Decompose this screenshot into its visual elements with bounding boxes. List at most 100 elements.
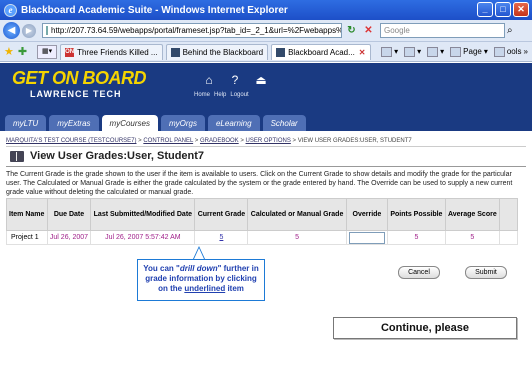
forward-button[interactable]: ▶ bbox=[22, 23, 36, 38]
feeds-command[interactable]: ▾ bbox=[404, 46, 421, 57]
callout-text: on the bbox=[158, 284, 185, 293]
back-button[interactable]: ◀ bbox=[3, 22, 20, 39]
page-icon bbox=[46, 26, 48, 35]
tab-close-icon[interactable]: ✕ bbox=[359, 48, 366, 57]
home-command[interactable]: ▾ bbox=[381, 46, 398, 57]
site-header: GET ON BOARD LAWRENCE TECH ⌂ ? ⏏ Home He… bbox=[0, 63, 532, 115]
callout-line-1: You can "drill down" further in bbox=[138, 264, 264, 274]
command-bar: ▾ ▾ ▾ Page ▾ ools» bbox=[381, 46, 532, 57]
cell-item-name: Project 1 bbox=[6, 230, 48, 245]
help-nav-icon[interactable]: ? bbox=[226, 73, 244, 87]
blackboard-favicon-icon bbox=[276, 47, 286, 57]
continue-button[interactable]: Continue, please bbox=[333, 317, 517, 339]
print-icon bbox=[427, 46, 439, 57]
tab-scholar[interactable]: Scholar bbox=[262, 115, 306, 131]
cell-average-score: 5 bbox=[444, 230, 501, 245]
logout-nav-icon[interactable]: ⏏ bbox=[252, 73, 270, 87]
cell-points-possible: 5 bbox=[387, 230, 446, 245]
browser-tab-behind-blackboard[interactable]: Behind the Blackboard bbox=[165, 43, 269, 60]
col-item-name: Item Name bbox=[6, 198, 48, 231]
breadcrumb-gradebook[interactable]: GRADEBOOK bbox=[200, 138, 239, 144]
tab-myorgs[interactable]: myOrgs bbox=[160, 115, 205, 131]
logout-link[interactable]: Logout bbox=[230, 92, 248, 98]
tab-myextras[interactable]: myExtras bbox=[49, 115, 99, 131]
close-button[interactable]: ✕ bbox=[513, 2, 529, 17]
home-nav-icon[interactable]: ⌂ bbox=[200, 73, 218, 87]
submit-button[interactable]: Submit bbox=[465, 266, 507, 279]
breadcrumb-course[interactable]: MARQUITA'S TEST COURSE (TESTCOURSE7) bbox=[6, 138, 137, 144]
quick-tabs-icon[interactable]: ▦▾ bbox=[37, 44, 58, 59]
browser-tab-three-friends[interactable]: ON Three Friends Killed ... bbox=[60, 43, 163, 60]
stop-icon[interactable]: ✕ bbox=[361, 23, 376, 38]
window-titlebar: e Blackboard Academic Suite - Windows In… bbox=[0, 0, 532, 20]
cell-calculated-grade: 5 bbox=[247, 230, 347, 245]
tools-menu[interactable]: ools» bbox=[493, 46, 528, 57]
site-nav-tabs: myLTU myExtras myCourses myOrgs eLearnin… bbox=[0, 115, 532, 131]
breadcrumb-control-panel[interactable]: CONTROL PANEL bbox=[143, 138, 193, 144]
table-header-row: Item Name Due Date Last Submitted/Modifi… bbox=[6, 198, 518, 231]
callout-emphasis: drill down bbox=[179, 264, 218, 273]
col-current-grade: Current Grade bbox=[194, 198, 249, 231]
callout-text: You can " bbox=[143, 264, 180, 273]
breadcrumb-divider bbox=[6, 146, 526, 147]
blackboard-favicon-icon bbox=[170, 47, 180, 57]
window-controls: _ □ ✕ bbox=[477, 2, 529, 17]
tab-mycourses[interactable]: myCourses bbox=[101, 115, 158, 131]
tools-menu-label: ools bbox=[506, 47, 522, 56]
page-menu-icon bbox=[450, 46, 462, 57]
col-calculated-grade: Calculated or Manual Grade bbox=[247, 198, 347, 231]
breadcrumb-separator: > bbox=[238, 138, 246, 144]
callout-line-3: on the underlined item bbox=[138, 284, 264, 294]
table-row: Project 1 Jul 26, 2007 Jul 26, 2007 5:57… bbox=[6, 230, 518, 245]
page-menu-label: Page bbox=[463, 47, 482, 56]
page-description: The Current Grade is the grade shown to … bbox=[6, 171, 513, 196]
refresh-icon[interactable]: ↻ bbox=[344, 23, 359, 38]
feeds-icon bbox=[404, 46, 416, 57]
favorites-star-icon[interactable]: ★ bbox=[4, 45, 14, 58]
override-input[interactable] bbox=[348, 231, 385, 244]
window-title: Blackboard Academic Suite - Windows Inte… bbox=[21, 4, 288, 16]
breadcrumb-user-options[interactable]: USER OPTIONS bbox=[246, 138, 291, 144]
address-toolbar: ◀ ▶ http://207.73.64.59/webapps/portal/f… bbox=[0, 20, 532, 42]
tab-elearning[interactable]: eLearning bbox=[207, 115, 260, 131]
page-title-text: View User Grades:User, Student7 bbox=[30, 150, 205, 162]
home-link[interactable]: Home bbox=[194, 92, 210, 98]
maximize-button[interactable]: □ bbox=[495, 2, 511, 17]
header-icons: ⌂ ? ⏏ bbox=[200, 73, 270, 87]
address-bar[interactable]: http://207.73.64.59/webapps/portal/frame… bbox=[42, 23, 342, 38]
page-menu[interactable]: Page ▾ bbox=[450, 46, 488, 57]
browser-tab-label: Behind the Blackboard bbox=[182, 47, 264, 57]
ie-logo-icon: e bbox=[4, 3, 17, 17]
cell-current-grade: 5 bbox=[194, 230, 249, 245]
callout-pointer bbox=[193, 246, 205, 259]
browser-tab-label: Three Friends Killed ... bbox=[77, 47, 158, 57]
page-content: GET ON BOARD LAWRENCE TECH ⌂ ? ⏏ Home He… bbox=[0, 63, 532, 389]
add-favorites-icon[interactable]: ✚ bbox=[18, 45, 27, 58]
site-logo-bottom: LAWRENCE TECH bbox=[30, 89, 122, 99]
col-override: Override bbox=[345, 198, 389, 231]
col-points-possible: Points Possible bbox=[387, 198, 446, 231]
tab-myltu[interactable]: myLTU bbox=[5, 115, 47, 131]
breadcrumb-separator: > bbox=[193, 138, 200, 144]
col-last-modified: Last Submitted/Modified Date bbox=[90, 198, 196, 231]
browser-tab-bar: ★ ✚ ▦▾ ON Three Friends Killed ... Behin… bbox=[0, 42, 532, 62]
callout-underline: underlined bbox=[184, 284, 226, 293]
col-average-score: Average Score bbox=[444, 198, 501, 231]
minimize-button[interactable]: _ bbox=[477, 2, 493, 17]
site-logo-top: GET ON BOARD bbox=[12, 68, 147, 88]
search-icon[interactable]: ⌕ bbox=[507, 25, 513, 36]
help-link[interactable]: Help bbox=[214, 92, 226, 98]
cancel-button[interactable]: Cancel bbox=[398, 266, 440, 279]
callout-text: item bbox=[225, 284, 244, 293]
cell-due-date: Jul 26, 2007 bbox=[46, 230, 92, 245]
tools-icon bbox=[493, 46, 505, 57]
breadcrumb: MARQUITA'S TEST COURSE (TESTCOURSE7) > C… bbox=[6, 138, 412, 144]
search-input[interactable]: Google bbox=[380, 23, 505, 38]
print-command[interactable]: ▾ bbox=[427, 46, 444, 57]
current-grade-link[interactable]: 5 bbox=[219, 234, 223, 241]
browser-tab-blackboard-academic[interactable]: Blackboard Acad... ✕ bbox=[271, 43, 371, 60]
annotation-callout: You can "drill down" further in grade in… bbox=[137, 259, 265, 301]
page-title: View User Grades:User, Student7 bbox=[10, 150, 204, 162]
col-spacer bbox=[499, 198, 518, 231]
address-url: http://207.73.64.59/webapps/portal/frame… bbox=[51, 26, 342, 35]
